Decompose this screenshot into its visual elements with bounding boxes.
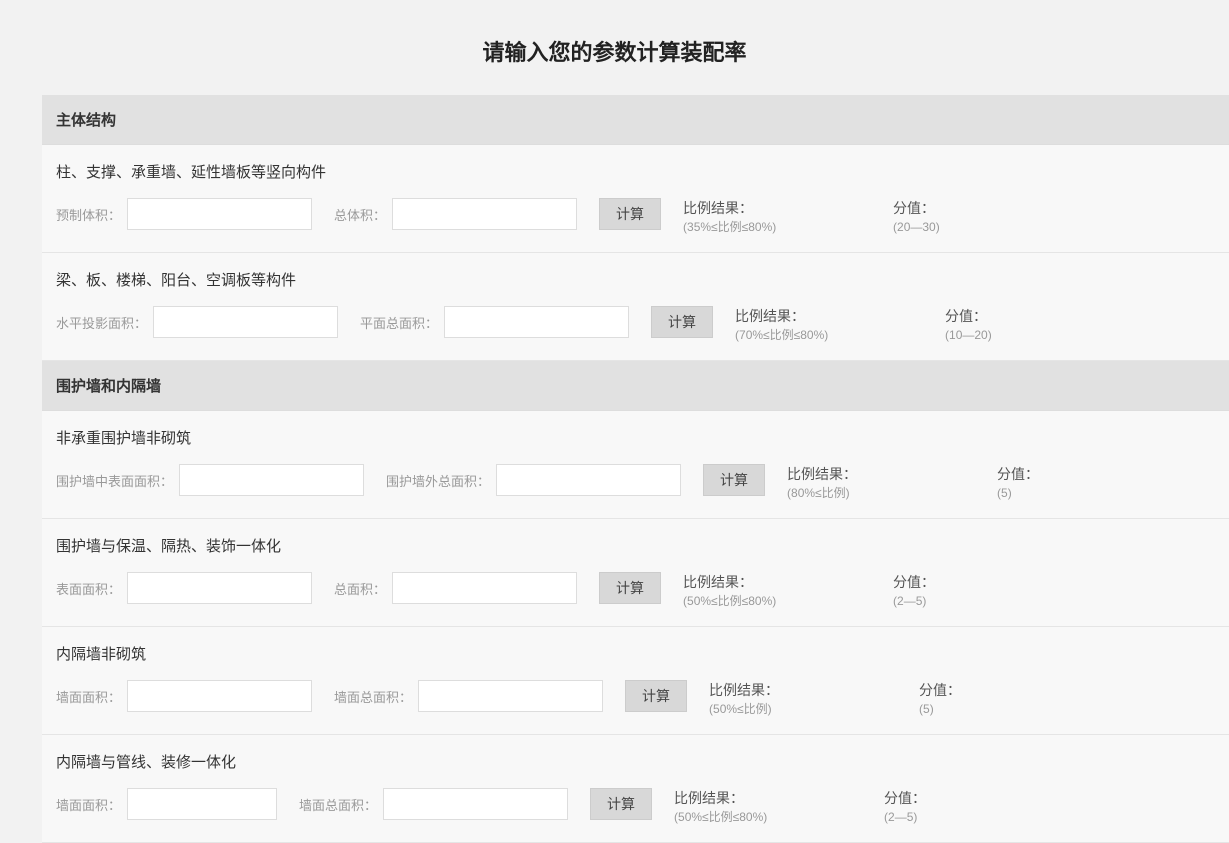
- field-label: 墙面总面积：: [299, 795, 377, 814]
- ratio-result-label: 比例结果：: [735, 306, 885, 326]
- calculate-button[interactable]: 计算: [599, 572, 661, 604]
- page-title: 请输入您的参数计算装配率: [0, 0, 1229, 95]
- field-label: 墙面面积：: [56, 687, 121, 706]
- ratio-hint: (70%≤比例≤80%): [735, 326, 885, 344]
- calculate-button[interactable]: 计算: [703, 464, 765, 496]
- horizontal-projection-area-input[interactable]: [153, 306, 338, 338]
- field-label: 墙面总面积：: [334, 687, 412, 706]
- row-interior-partition-integrated: 内隔墙与管线、装修一体化 墙面面积： 墙面总面积： 计算 比例结果： (50%≤…: [42, 735, 1229, 843]
- total-area-input[interactable]: [392, 572, 577, 604]
- field-label: 表面面积：: [56, 579, 121, 598]
- calculate-button[interactable]: 计算: [590, 788, 652, 820]
- wall-area-input[interactable]: [127, 680, 312, 712]
- section-header-enclosure-partition: 围护墙和内隔墙: [42, 361, 1229, 411]
- score-hint: (2—5): [884, 808, 1034, 826]
- field-label: 墙面面积：: [56, 795, 121, 814]
- ratio-result-label: 比例结果：: [683, 198, 833, 218]
- surface-area-input[interactable]: [127, 572, 312, 604]
- row-vertical-components: 柱、支撑、承重墙、延性墙板等竖向构件 预制体积： 总体积： 计算 比例结果： (…: [42, 145, 1229, 253]
- field-label: 围护墙外总面积：: [386, 471, 490, 490]
- field-label: 水平投影面积：: [56, 313, 147, 332]
- field-label: 总体积：: [334, 205, 386, 224]
- enclosure-surface-area-input[interactable]: [179, 464, 364, 496]
- score-hint: (5): [997, 484, 1147, 502]
- ratio-hint: (35%≤比例≤80%): [683, 218, 833, 236]
- row-title: 围护墙与保温、隔热、装饰一体化: [56, 535, 1215, 556]
- ratio-hint: (50%≤比例): [709, 700, 859, 718]
- row-title: 梁、板、楼梯、阳台、空调板等构件: [56, 269, 1215, 290]
- ratio-result-label: 比例结果：: [683, 572, 833, 592]
- score-hint: (2—5): [893, 592, 1043, 610]
- score-hint: (20—30): [893, 218, 1043, 236]
- ratio-hint: (50%≤比例≤80%): [674, 808, 824, 826]
- field-label: 平面总面积：: [360, 313, 438, 332]
- ratio-result-label: 比例结果：: [709, 680, 859, 700]
- field-label: 预制体积：: [56, 205, 121, 224]
- score-label: 分值：: [945, 306, 1095, 326]
- total-volume-input[interactable]: [392, 198, 577, 230]
- enclosure-total-area-input[interactable]: [496, 464, 681, 496]
- row-interior-partition: 内隔墙非砌筑 墙面面积： 墙面总面积： 计算 比例结果： (50%≤比例) 分值…: [42, 627, 1229, 735]
- ratio-result-label: 比例结果：: [674, 788, 824, 808]
- score-label: 分值：: [919, 680, 1069, 700]
- score-label: 分值：: [884, 788, 1034, 808]
- row-beam-components: 梁、板、楼梯、阳台、空调板等构件 水平投影面积： 平面总面积： 计算 比例结果：…: [42, 253, 1229, 361]
- row-enclosure-insulation: 围护墙与保温、隔热、装饰一体化 表面面积： 总面积： 计算 比例结果： (50%…: [42, 519, 1229, 627]
- ratio-hint: (50%≤比例≤80%): [683, 592, 833, 610]
- prefab-volume-input[interactable]: [127, 198, 312, 230]
- score-hint: (10—20): [945, 326, 1095, 344]
- section-header-main-structure: 主体结构: [42, 95, 1229, 145]
- row-non-load-bearing-wall: 非承重围护墙非砌筑 围护墙中表面面积： 围护墙外总面积： 计算 比例结果： (8…: [42, 411, 1229, 519]
- ratio-hint: (80%≤比例): [787, 484, 937, 502]
- score-label: 分值：: [893, 198, 1043, 218]
- row-title: 内隔墙非砌筑: [56, 643, 1215, 664]
- wall-total-area-input[interactable]: [418, 680, 603, 712]
- row-title: 柱、支撑、承重墙、延性墙板等竖向构件: [56, 161, 1215, 182]
- wall-area-input-2[interactable]: [127, 788, 277, 820]
- field-label: 总面积：: [334, 579, 386, 598]
- calculate-button[interactable]: 计算: [599, 198, 661, 230]
- row-title: 内隔墙与管线、装修一体化: [56, 751, 1215, 772]
- calculate-button[interactable]: 计算: [625, 680, 687, 712]
- form-container: 主体结构 柱、支撑、承重墙、延性墙板等竖向构件 预制体积： 总体积： 计算 比例…: [42, 95, 1229, 843]
- calculate-button[interactable]: 计算: [651, 306, 713, 338]
- wall-total-area-input-2[interactable]: [383, 788, 568, 820]
- score-label: 分值：: [893, 572, 1043, 592]
- row-title: 非承重围护墙非砌筑: [56, 427, 1215, 448]
- field-label: 围护墙中表面面积：: [56, 471, 173, 490]
- plane-total-area-input[interactable]: [444, 306, 629, 338]
- score-label: 分值：: [997, 464, 1147, 484]
- ratio-result-label: 比例结果：: [787, 464, 937, 484]
- score-hint: (5): [919, 700, 1069, 718]
